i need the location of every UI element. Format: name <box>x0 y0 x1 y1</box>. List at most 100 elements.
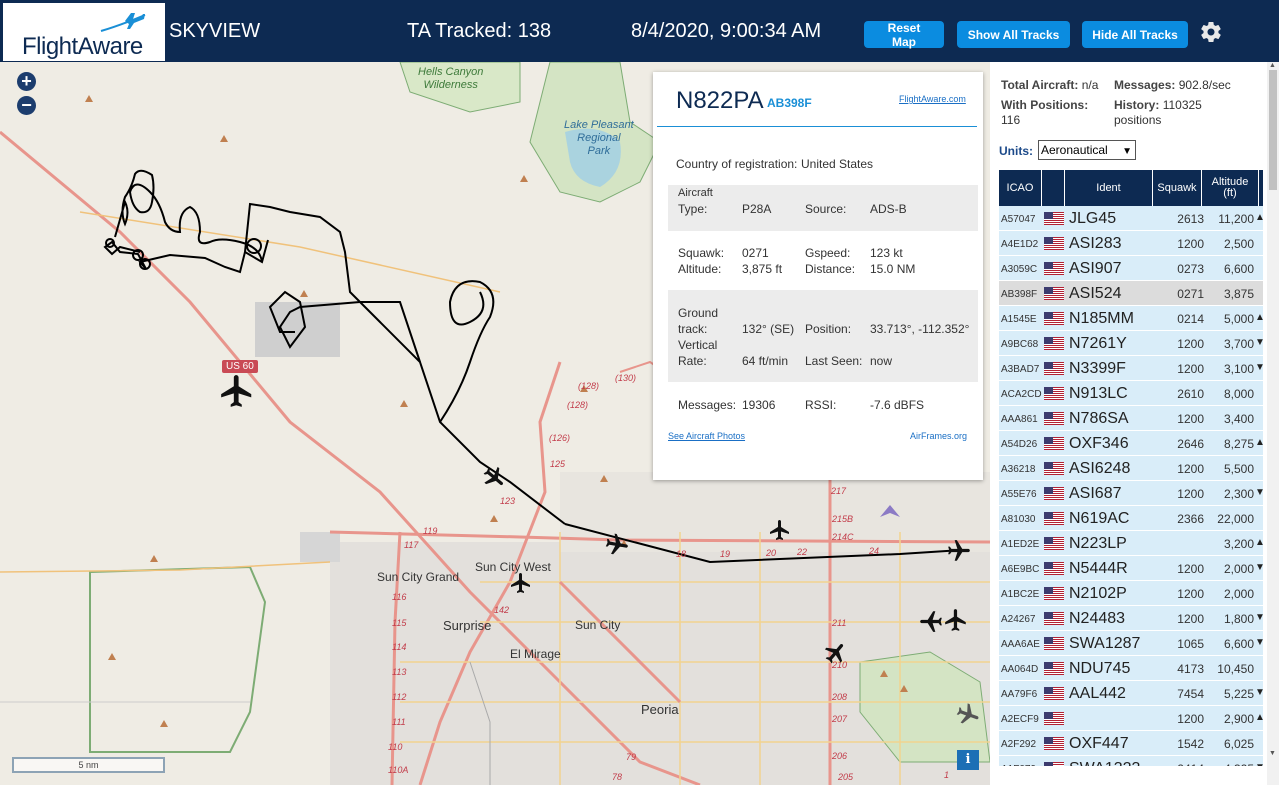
us-flag-icon <box>1044 237 1064 250</box>
aircraft-marker-icon[interactable] <box>946 538 972 564</box>
row-altitude: 2,000 <box>1223 562 1254 576</box>
table-row[interactable]: AA064D NDU745 4173 10,450 <box>999 656 1263 681</box>
panel-scrollbar-thumb[interactable] <box>1269 70 1277 190</box>
aircraft-marker-icon[interactable] <box>768 518 792 542</box>
road-19: 19 <box>720 549 731 559</box>
row-altitude: 2,500 <box>1223 237 1254 251</box>
aircraft-marker-icon[interactable] <box>823 640 849 666</box>
table-row[interactable]: A2ECF9 1200 2,900 ▲ <box>999 706 1263 731</box>
aircraft-marker-icon[interactable] <box>481 465 507 491</box>
col-flag[interactable] <box>1042 170 1064 206</box>
aircraft-marker-icon[interactable] <box>918 608 944 634</box>
table-row[interactable]: A9BC68 N7261Y 1200 3,700 ▼ <box>999 331 1263 356</box>
road-110a: 110A <box>388 765 409 775</box>
zoom-out-button[interactable]: − <box>17 96 36 115</box>
table-row[interactable]: A81030 N619AC 2366 22,000 <box>999 506 1263 531</box>
see-photos-link[interactable]: See Aircraft Photos <box>668 431 745 441</box>
map-scale-bar: 5 nm <box>12 757 165 773</box>
col-altitude[interactable]: Altitude (ft) <box>1202 170 1258 206</box>
row-altitude: 5,225 <box>1223 687 1254 701</box>
row-icao: A2F292 <box>1001 739 1037 750</box>
table-row[interactable]: A2F292 OXF447 1542 6,025 <box>999 731 1263 756</box>
table-row[interactable]: AA79F6 AAL442 7454 5,225 ▼ <box>999 681 1263 706</box>
info-button[interactable]: i <box>957 750 979 770</box>
row-altitude: 22,000 <box>1217 512 1254 526</box>
table-row[interactable]: AAA6AE SWA1287 1065 6,600 ▼ <box>999 631 1263 656</box>
us-flag-icon <box>1044 262 1064 275</box>
aircraft-marker-icon[interactable] <box>955 702 981 728</box>
table-row[interactable]: A3BAD7 N3399F 1200 3,100 ▼ <box>999 356 1263 381</box>
table-row[interactable]: A1545E N185MM 0214 5,000 ▲ <box>999 306 1263 331</box>
table-row[interactable]: ACA2CD N913LC 2610 8,000 <box>999 381 1263 406</box>
messages-value: 902.8/sec <box>1178 78 1231 92</box>
hide-all-tracks-button[interactable]: Hide All Tracks <box>1082 21 1188 48</box>
row-ident: SWA1323 <box>1069 760 1140 766</box>
table-row[interactable]: A3059C ASI907 0273 6,600 <box>999 256 1263 281</box>
col-ident[interactable]: Ident <box>1065 170 1152 206</box>
table-row[interactable]: A54D26 OXF346 2646 8,275 ▲ <box>999 431 1263 456</box>
rssi-value: -7.6 dBFS <box>870 398 925 412</box>
table-row[interactable]: A1ED2E N223LP 3,200 ▲ <box>999 531 1263 556</box>
row-altitude: 3,200 <box>1223 537 1254 551</box>
row-altitude: 11,200 <box>1218 212 1254 226</box>
table-row[interactable]: A24267 N24483 1200 1,800 ▼ <box>999 606 1263 631</box>
row-altitude-trend: ▲ <box>1255 712 1263 723</box>
us-flag-icon <box>1044 412 1064 425</box>
scroll-up-icon[interactable]: ▲ <box>1269 62 1276 69</box>
gear-icon[interactable] <box>1199 20 1223 44</box>
aircraft-marker-icon[interactable] <box>218 372 256 410</box>
with-positions-value: 116 <box>1001 113 1021 127</box>
row-squawk: 0271 <box>1177 287 1204 301</box>
road-208: 208 <box>832 692 848 702</box>
table-row[interactable]: AB398F ASI524 0271 3,875 <box>999 281 1263 306</box>
col-icao[interactable]: ICAO <box>999 170 1041 206</box>
table-row[interactable]: A36218 ASI6248 1200 5,500 <box>999 456 1263 481</box>
col-squawk[interactable]: Squawk <box>1153 170 1201 206</box>
us-flag-icon <box>1044 437 1064 450</box>
row-ident: N913LC <box>1069 385 1128 402</box>
row-icao: A24267 <box>1001 614 1036 625</box>
row-ident: N5444R <box>1069 560 1128 577</box>
aircraft-marker-icon[interactable] <box>604 532 630 558</box>
row-altitude-trend: ▲ <box>1255 437 1263 448</box>
altitude-label: Altitude: <box>678 262 722 276</box>
table-row[interactable]: A57047 JLG45 2613 11,200 ▲ <box>999 206 1263 231</box>
row-icao: A2ECF9 <box>1001 714 1039 725</box>
total-value: n/a <box>1081 78 1099 92</box>
table-row[interactable]: A55E76 ASI687 1200 2,300 ▼ <box>999 481 1263 506</box>
row-icao: A1545E <box>1001 314 1037 325</box>
zoom-in-button[interactable]: + <box>17 72 36 91</box>
track-label-1: Ground <box>678 306 719 320</box>
table-row[interactable]: A4E1D2 ASI283 1200 2,500 <box>999 231 1263 256</box>
row-squawk: 4173 <box>1177 662 1204 676</box>
road-119: 119 <box>423 526 438 536</box>
road-130: (130) <box>615 373 637 383</box>
table-row[interactable]: A1F079 SWA1323 24144,325▼ <box>999 756 1263 766</box>
airframes-link[interactable]: AirFrames.org <box>910 431 967 441</box>
row-altitude-trend: ▼ <box>1255 487 1263 498</box>
messages-label: Messages: <box>1114 78 1176 92</box>
scroll-down-icon[interactable]: ▼ <box>1269 750 1276 757</box>
row-squawk: 7454 <box>1177 687 1204 701</box>
current-datetime: 8/4/2020, 9:00:34 AM <box>631 20 822 42</box>
table-row[interactable]: AAA861 N786SA 1200 3,400 <box>999 406 1263 431</box>
reset-map-button[interactable]: Reset Map <box>864 21 944 49</box>
row-icao: A81030 <box>1001 514 1036 525</box>
table-row[interactable]: A1BC2E N2102P 1200 2,000 <box>999 581 1263 606</box>
aircraft-table-body: A57047 JLG45 2613 11,200 ▲ A4E1D2 ASI283 1200 2,… <box>999 206 1263 766</box>
table-row[interactable]: A6E9BC N5444R 1200 2,000 ▼ <box>999 556 1263 581</box>
row-altitude-trend: ▼ <box>1255 687 1263 698</box>
flightaware-link[interactable]: FlightAware.com <box>899 94 966 104</box>
hells-canyon-label: Hells Canyon Wilderness <box>418 66 484 91</box>
us-flag-icon <box>1044 562 1064 575</box>
show-all-tracks-button[interactable]: Show All Tracks <box>957 21 1070 48</box>
flightaware-logo[interactable]: FlightAware <box>3 3 165 61</box>
aircraft-marker-icon[interactable] <box>509 571 533 595</box>
road-206: 206 <box>832 751 848 761</box>
peoria-label: Peoria <box>641 702 679 717</box>
row-icao: A36218 <box>1001 464 1036 475</box>
row-icao: A54D26 <box>1001 439 1038 450</box>
row-altitude: 8,275 <box>1223 437 1254 451</box>
aircraft-marker-icon[interactable] <box>943 607 969 633</box>
units-select[interactable]: Aeronautical ▼ <box>1038 140 1136 160</box>
